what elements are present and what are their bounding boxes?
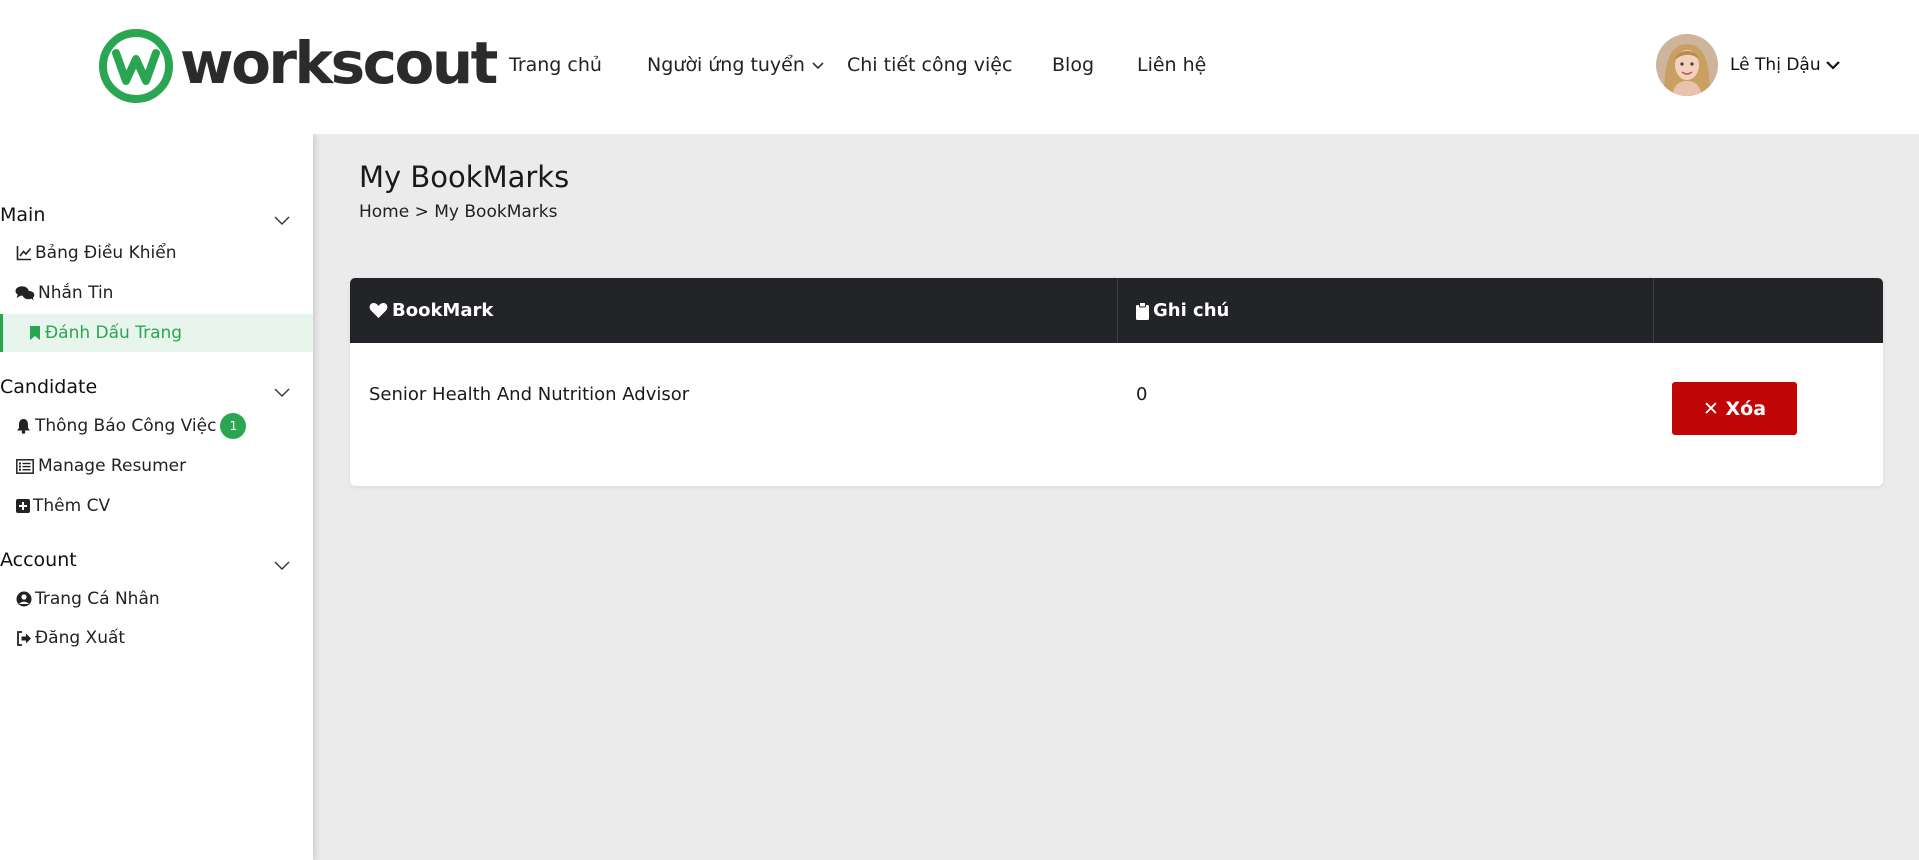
chevron-down-icon[interactable] bbox=[274, 386, 290, 398]
bell-icon bbox=[15, 418, 32, 435]
comments-icon bbox=[15, 285, 35, 302]
bookmark-title[interactable]: Senior Health And Nutrition Advisor bbox=[369, 384, 689, 405]
sidebar-section-candidate[interactable]: Candidate bbox=[0, 376, 97, 398]
avatar[interactable] bbox=[1656, 34, 1718, 96]
sidebar-item-label: Nhắn Tin bbox=[38, 283, 114, 303]
sidebar-item-label: Bảng Điều Khiển bbox=[35, 243, 177, 263]
sidebar: Main Bảng Điều Khiển Nhắn Tin Đánh Dấu T… bbox=[0, 134, 313, 860]
bookmark-icon bbox=[28, 325, 42, 342]
workscout-logo-icon bbox=[99, 29, 173, 103]
page-title: My BookMarks bbox=[359, 160, 570, 194]
sign-out-icon bbox=[15, 630, 32, 647]
header: workscout Trang chủ Người ứng tuyển Chi … bbox=[0, 0, 1919, 134]
logo[interactable]: workscout bbox=[98, 28, 498, 104]
main-content: My BookMarks Home > My BookMarks BookMar… bbox=[313, 134, 1919, 860]
delete-button[interactable]: ✕ Xóa bbox=[1672, 382, 1797, 435]
column-header-note: Ghi chú bbox=[1136, 278, 1229, 343]
user-name[interactable]: Lê Thị Dậu bbox=[1730, 55, 1821, 75]
nav-candidates[interactable]: Người ứng tuyển bbox=[647, 52, 805, 78]
breadcrumb-home[interactable]: Home bbox=[359, 202, 409, 222]
breadcrumb-current: My BookMarks bbox=[434, 202, 558, 222]
nav-blog[interactable]: Blog bbox=[1052, 52, 1094, 78]
list-icon bbox=[15, 458, 35, 475]
sidebar-item-label: Đăng Xuất bbox=[35, 628, 126, 648]
sidebar-item-bookmarks[interactable]: Đánh Dấu Trang bbox=[0, 314, 313, 352]
column-header-bookmark: BookMark bbox=[369, 278, 493, 343]
sidebar-item-logout[interactable]: Đăng Xuất bbox=[0, 619, 313, 657]
sidebar-item-label: Manage Resumer bbox=[38, 456, 187, 476]
breadcrumb-separator: > bbox=[414, 202, 429, 222]
column-divider bbox=[1653, 278, 1654, 343]
bookmark-note: 0 bbox=[1136, 384, 1148, 405]
sidebar-item-label: Thông Báo Công Việc bbox=[35, 416, 217, 436]
sidebar-section-account[interactable]: Account bbox=[0, 549, 77, 571]
bookmarks-table: BookMark Ghi chú Senior Health And Nutri… bbox=[350, 278, 1883, 486]
notification-badge: 1 bbox=[220, 413, 247, 439]
logo-text: workscout bbox=[180, 29, 498, 97]
table-header: BookMark Ghi chú bbox=[350, 278, 1883, 343]
plus-square-icon bbox=[15, 498, 30, 515]
chevron-down-icon[interactable] bbox=[274, 214, 290, 226]
nav-contact[interactable]: Liên hệ bbox=[1137, 52, 1206, 78]
heart-icon bbox=[369, 302, 388, 319]
user-menu[interactable]: Lê Thị Dậu bbox=[1656, 34, 1841, 96]
chart-line-icon bbox=[15, 245, 32, 262]
sidebar-item-manage-resume[interactable]: Manage Resumer bbox=[0, 447, 313, 485]
sidebar-section-main[interactable]: Main bbox=[0, 204, 45, 226]
chevron-down-icon[interactable] bbox=[811, 59, 825, 73]
sidebar-item-label: Đánh Dấu Trang bbox=[45, 323, 183, 343]
sidebar-item-dashboard[interactable]: Bảng Điều Khiển bbox=[0, 234, 313, 272]
column-divider bbox=[1117, 278, 1118, 343]
nav-job-detail[interactable]: Chi tiết công việc bbox=[847, 52, 1012, 78]
sidebar-item-profile[interactable]: Trang Cá Nhân bbox=[0, 580, 313, 618]
chevron-down-icon[interactable] bbox=[274, 559, 290, 571]
chevron-down-icon[interactable] bbox=[1825, 57, 1841, 73]
breadcrumb: Home > My BookMarks bbox=[359, 202, 557, 222]
sidebar-item-label: Trang Cá Nhân bbox=[35, 589, 160, 609]
sidebar-item-add-cv[interactable]: Thêm CV bbox=[0, 487, 313, 525]
clipboard-icon bbox=[1136, 301, 1149, 320]
sidebar-item-job-alerts[interactable]: Thông Báo Công Việc 1 bbox=[0, 407, 313, 445]
nav-home[interactable]: Trang chủ bbox=[509, 52, 602, 78]
sidebar-item-messages[interactable]: Nhắn Tin bbox=[0, 274, 313, 312]
user-circle-icon bbox=[15, 591, 32, 608]
sidebar-item-label: Thêm CV bbox=[33, 496, 111, 516]
